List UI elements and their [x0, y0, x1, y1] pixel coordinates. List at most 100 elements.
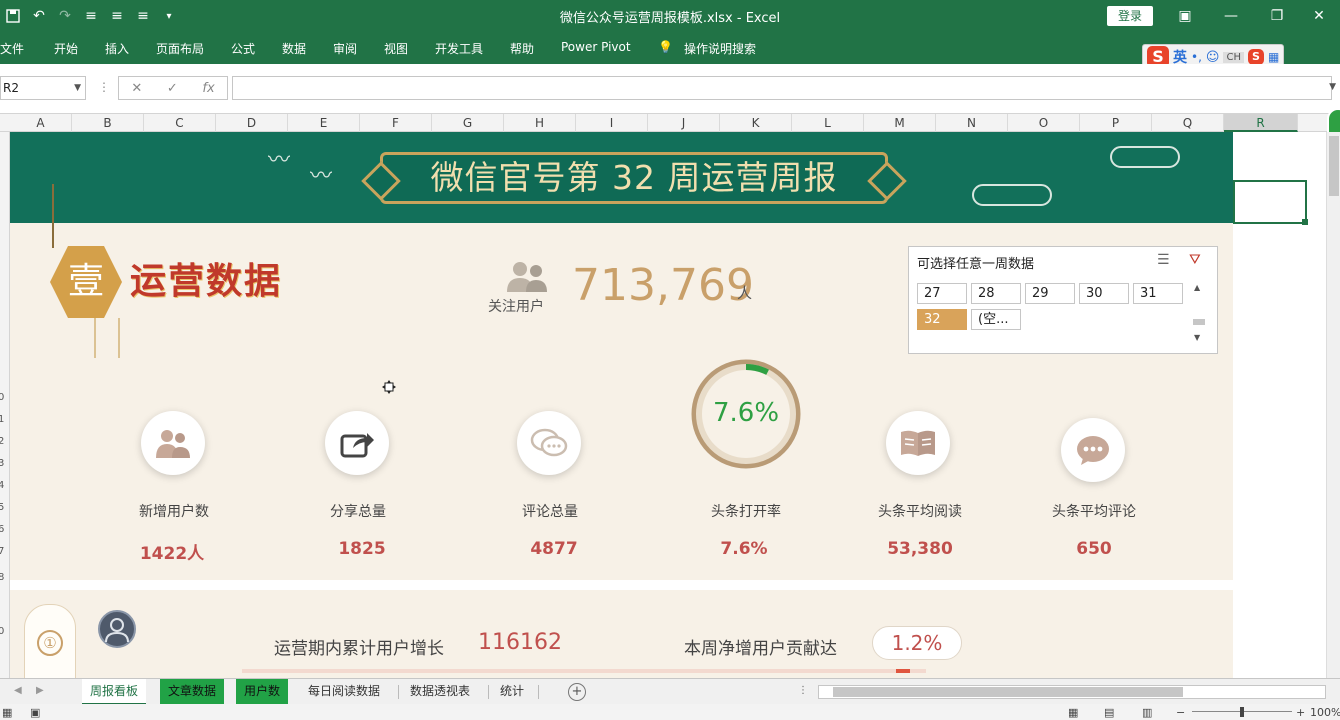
sheet-tab-articles[interactable]: 文章数据: [160, 679, 225, 705]
align-right-icon[interactable]: ≡: [130, 0, 156, 32]
fill-handle[interactable]: [1302, 219, 1308, 225]
column-header-d[interactable]: D: [216, 114, 288, 132]
formula-bar-grip-icon[interactable]: ⋮: [98, 80, 110, 94]
column-header-e[interactable]: E: [288, 114, 360, 132]
slicer-item-selected[interactable]: 32: [917, 309, 967, 330]
normal-view-icon[interactable]: ▦: [1068, 706, 1078, 719]
slicer-item[interactable]: 31: [1133, 283, 1183, 304]
tell-me-search[interactable]: 操作说明搜索: [684, 40, 756, 57]
column-header-a[interactable]: A: [10, 114, 72, 132]
slicer-item[interactable]: (空...: [971, 309, 1021, 330]
clear-filter-icon[interactable]: ⛛: [1189, 252, 1201, 268]
active-cell-r2[interactable]: [1233, 180, 1307, 224]
slicer-item[interactable]: 29: [1025, 283, 1075, 304]
scroll-down-icon[interactable]: ▼: [1194, 333, 1200, 342]
tab-home[interactable]: 开始: [54, 40, 78, 57]
page-layout-view-icon[interactable]: ▤: [1104, 706, 1114, 719]
scroll-up-icon[interactable]: ▲: [1194, 283, 1200, 292]
column-header-l[interactable]: L: [792, 114, 864, 132]
close-icon[interactable]: ✕: [1296, 0, 1340, 32]
zoom-out-icon[interactable]: −: [1176, 706, 1185, 719]
row-number[interactable]: 5: [0, 502, 4, 513]
name-box[interactable]: R2 ▼: [0, 76, 86, 100]
slicer-item[interactable]: 30: [1079, 283, 1129, 304]
align-center-icon[interactable]: ≡: [104, 0, 130, 32]
undo-icon[interactable]: ↶: [26, 0, 52, 32]
column-header-o[interactable]: O: [1008, 114, 1080, 132]
expand-formula-icon[interactable]: ▼: [1329, 82, 1336, 92]
column-header-j[interactable]: J: [648, 114, 720, 132]
column-header-h[interactable]: H: [504, 114, 576, 132]
horizontal-scrollbar[interactable]: [818, 685, 1326, 699]
row-number[interactable]: 6: [0, 524, 4, 535]
sheet-tab-dashboard[interactable]: 周报看板: [82, 679, 147, 705]
save-icon[interactable]: [0, 0, 26, 32]
next-sheet-icon[interactable]: ▶: [36, 685, 44, 696]
column-header-f[interactable]: F: [360, 114, 432, 132]
customize-qat-icon[interactable]: ▾: [156, 0, 182, 32]
sheet-tab-users[interactable]: 用户数: [236, 679, 289, 705]
vertical-scroll-thumb[interactable]: [1329, 136, 1339, 196]
tab-split-grip-icon[interactable]: ⋮: [798, 685, 808, 696]
confirm-entry-icon[interactable]: ✓: [167, 81, 178, 96]
column-header-n[interactable]: N: [936, 114, 1008, 132]
column-header-p[interactable]: P: [1080, 114, 1152, 132]
column-header-i[interactable]: I: [576, 114, 648, 132]
tab-power-pivot[interactable]: Power Pivot: [561, 40, 631, 54]
cancel-entry-icon[interactable]: ✕: [131, 81, 142, 96]
row-number[interactable]: 0: [0, 626, 4, 637]
tab-page-layout[interactable]: 页面布局: [156, 40, 204, 57]
row-number[interactable]: 2: [0, 436, 4, 447]
tab-review[interactable]: 审阅: [333, 40, 357, 57]
tab-help[interactable]: 帮助: [510, 40, 534, 57]
tab-view[interactable]: 视图: [384, 40, 408, 57]
slicer-scrollbar[interactable]: ▲ ▼: [1191, 283, 1207, 345]
row-number[interactable]: 1: [0, 414, 4, 425]
redo-icon[interactable]: ↷: [52, 0, 78, 32]
tab-data[interactable]: 数据: [282, 40, 306, 57]
sheet-tab-stats[interactable]: 统计: [492, 679, 532, 705]
row-number[interactable]: 4: [0, 480, 4, 491]
prev-sheet-icon[interactable]: ◀: [14, 685, 22, 696]
ime-ch-label[interactable]: CH: [1223, 51, 1244, 63]
ribbon-display-icon[interactable]: ▣: [1162, 0, 1208, 32]
login-button[interactable]: 登录: [1107, 6, 1153, 26]
column-header-q[interactable]: Q: [1152, 114, 1224, 132]
tab-formulas[interactable]: 公式: [231, 40, 255, 57]
column-header-r[interactable]: R: [1224, 114, 1298, 132]
tab-developer[interactable]: 开发工具: [435, 40, 483, 57]
slicer-item[interactable]: 28: [971, 283, 1021, 304]
column-header-g[interactable]: G: [432, 114, 504, 132]
week-slicer[interactable]: 可选择任意一周数据 ☰ ⛛ 27 28 29 30 31 32 (空... ▲ …: [908, 246, 1218, 354]
restore-icon[interactable]: ❐: [1254, 0, 1300, 32]
ime-grid-icon[interactable]: ▦: [1268, 50, 1279, 64]
multi-select-icon[interactable]: ☰: [1157, 252, 1170, 268]
ime-emoji-icon[interactable]: ☺: [1206, 50, 1220, 65]
column-header-m[interactable]: M: [864, 114, 936, 132]
tab-file[interactable]: 文件: [0, 40, 24, 57]
ime-punct-icon[interactable]: •,: [1191, 50, 1202, 64]
align-left-icon[interactable]: ≡: [78, 0, 104, 32]
macro-record-icon[interactable]: ▣: [30, 706, 40, 719]
vertical-scrollbar[interactable]: [1326, 132, 1340, 678]
formula-input[interactable]: [232, 76, 1332, 100]
zoom-slider-thumb[interactable]: [1240, 707, 1244, 717]
sheet-tab-daily-reads[interactable]: 每日阅读数据: [300, 679, 388, 705]
page-break-view-icon[interactable]: ▥: [1142, 706, 1152, 719]
row-number[interactable]: 3: [0, 458, 4, 469]
column-header-c[interactable]: C: [144, 114, 216, 132]
sheet-tab-pivot[interactable]: 数据透视表: [402, 679, 478, 705]
column-header-b[interactable]: B: [72, 114, 144, 132]
name-box-dropdown-icon[interactable]: ▼: [74, 77, 81, 99]
add-sheet-icon[interactable]: +: [568, 683, 586, 701]
insert-function-icon[interactable]: fx: [202, 81, 214, 96]
slicer-item[interactable]: 27: [917, 283, 967, 304]
zoom-in-icon[interactable]: +: [1296, 706, 1305, 719]
tab-insert[interactable]: 插入: [105, 40, 129, 57]
row-number[interactable]: 8: [0, 572, 4, 583]
column-header-k[interactable]: K: [720, 114, 792, 132]
horizontal-scroll-thumb[interactable]: [833, 687, 1183, 697]
minimize-icon[interactable]: —: [1208, 0, 1254, 32]
row-number[interactable]: 0: [0, 392, 4, 403]
zoom-level[interactable]: 100%: [1310, 706, 1340, 719]
